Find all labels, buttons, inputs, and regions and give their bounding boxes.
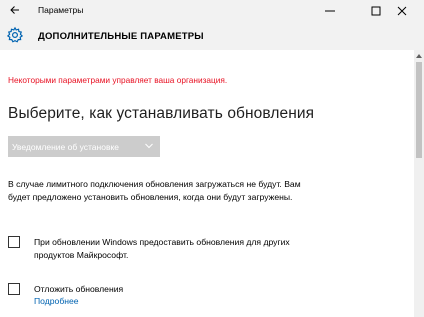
scroll-up-button[interactable]: [414, 52, 424, 60]
learn-more-link[interactable]: Подробнее: [34, 296, 79, 306]
title-bar: Параметры: [0, 0, 424, 21]
section-heading: Выберите, как устанавливать обновления: [8, 105, 315, 122]
main-content: Некоторыми параметрами управляет ваша ор…: [0, 50, 414, 317]
window-title: Параметры: [38, 5, 84, 15]
other-products-option[interactable]: При обновлении Windows предоставить обно…: [8, 236, 302, 262]
page-header: ДОПОЛНИТЕЛЬНЫЕ ПАРАМЕТРЫ: [0, 21, 424, 50]
scroll-up-arrow-icon: [416, 54, 422, 58]
policy-warning: Некоторыми параметрами управляет ваша ор…: [8, 75, 228, 85]
minimize-button[interactable]: [308, 0, 352, 21]
other-products-checkbox[interactable]: [8, 236, 20, 248]
other-products-label: При обновлении Windows предоставить обно…: [34, 237, 290, 260]
dropdown-value: Уведомление об установке: [12, 141, 119, 152]
gear-icon: [6, 26, 24, 43]
chevron-down-icon: [145, 143, 153, 149]
close-icon: [397, 6, 407, 15]
install-mode-dropdown[interactable]: Уведомление об установке: [8, 136, 160, 157]
vertical-scrollbar[interactable]: [414, 50, 424, 317]
back-button[interactable]: [6, 2, 24, 18]
defer-updates-checkbox[interactable]: [8, 283, 20, 295]
close-button[interactable]: [380, 0, 424, 21]
defer-updates-label: Отложить обновления: [34, 284, 124, 294]
back-arrow-icon: [10, 6, 19, 14]
defer-updates-option[interactable]: Отложить обновления: [8, 283, 123, 296]
minimize-icon: [325, 10, 335, 11]
scroll-thumb[interactable]: [416, 62, 422, 158]
page-title: ДОПОЛНИТЕЛЬНЫЕ ПАРАМЕТРЫ: [38, 31, 204, 42]
metered-connection-note: В случае лимитного подключения обновлени…: [8, 179, 301, 202]
